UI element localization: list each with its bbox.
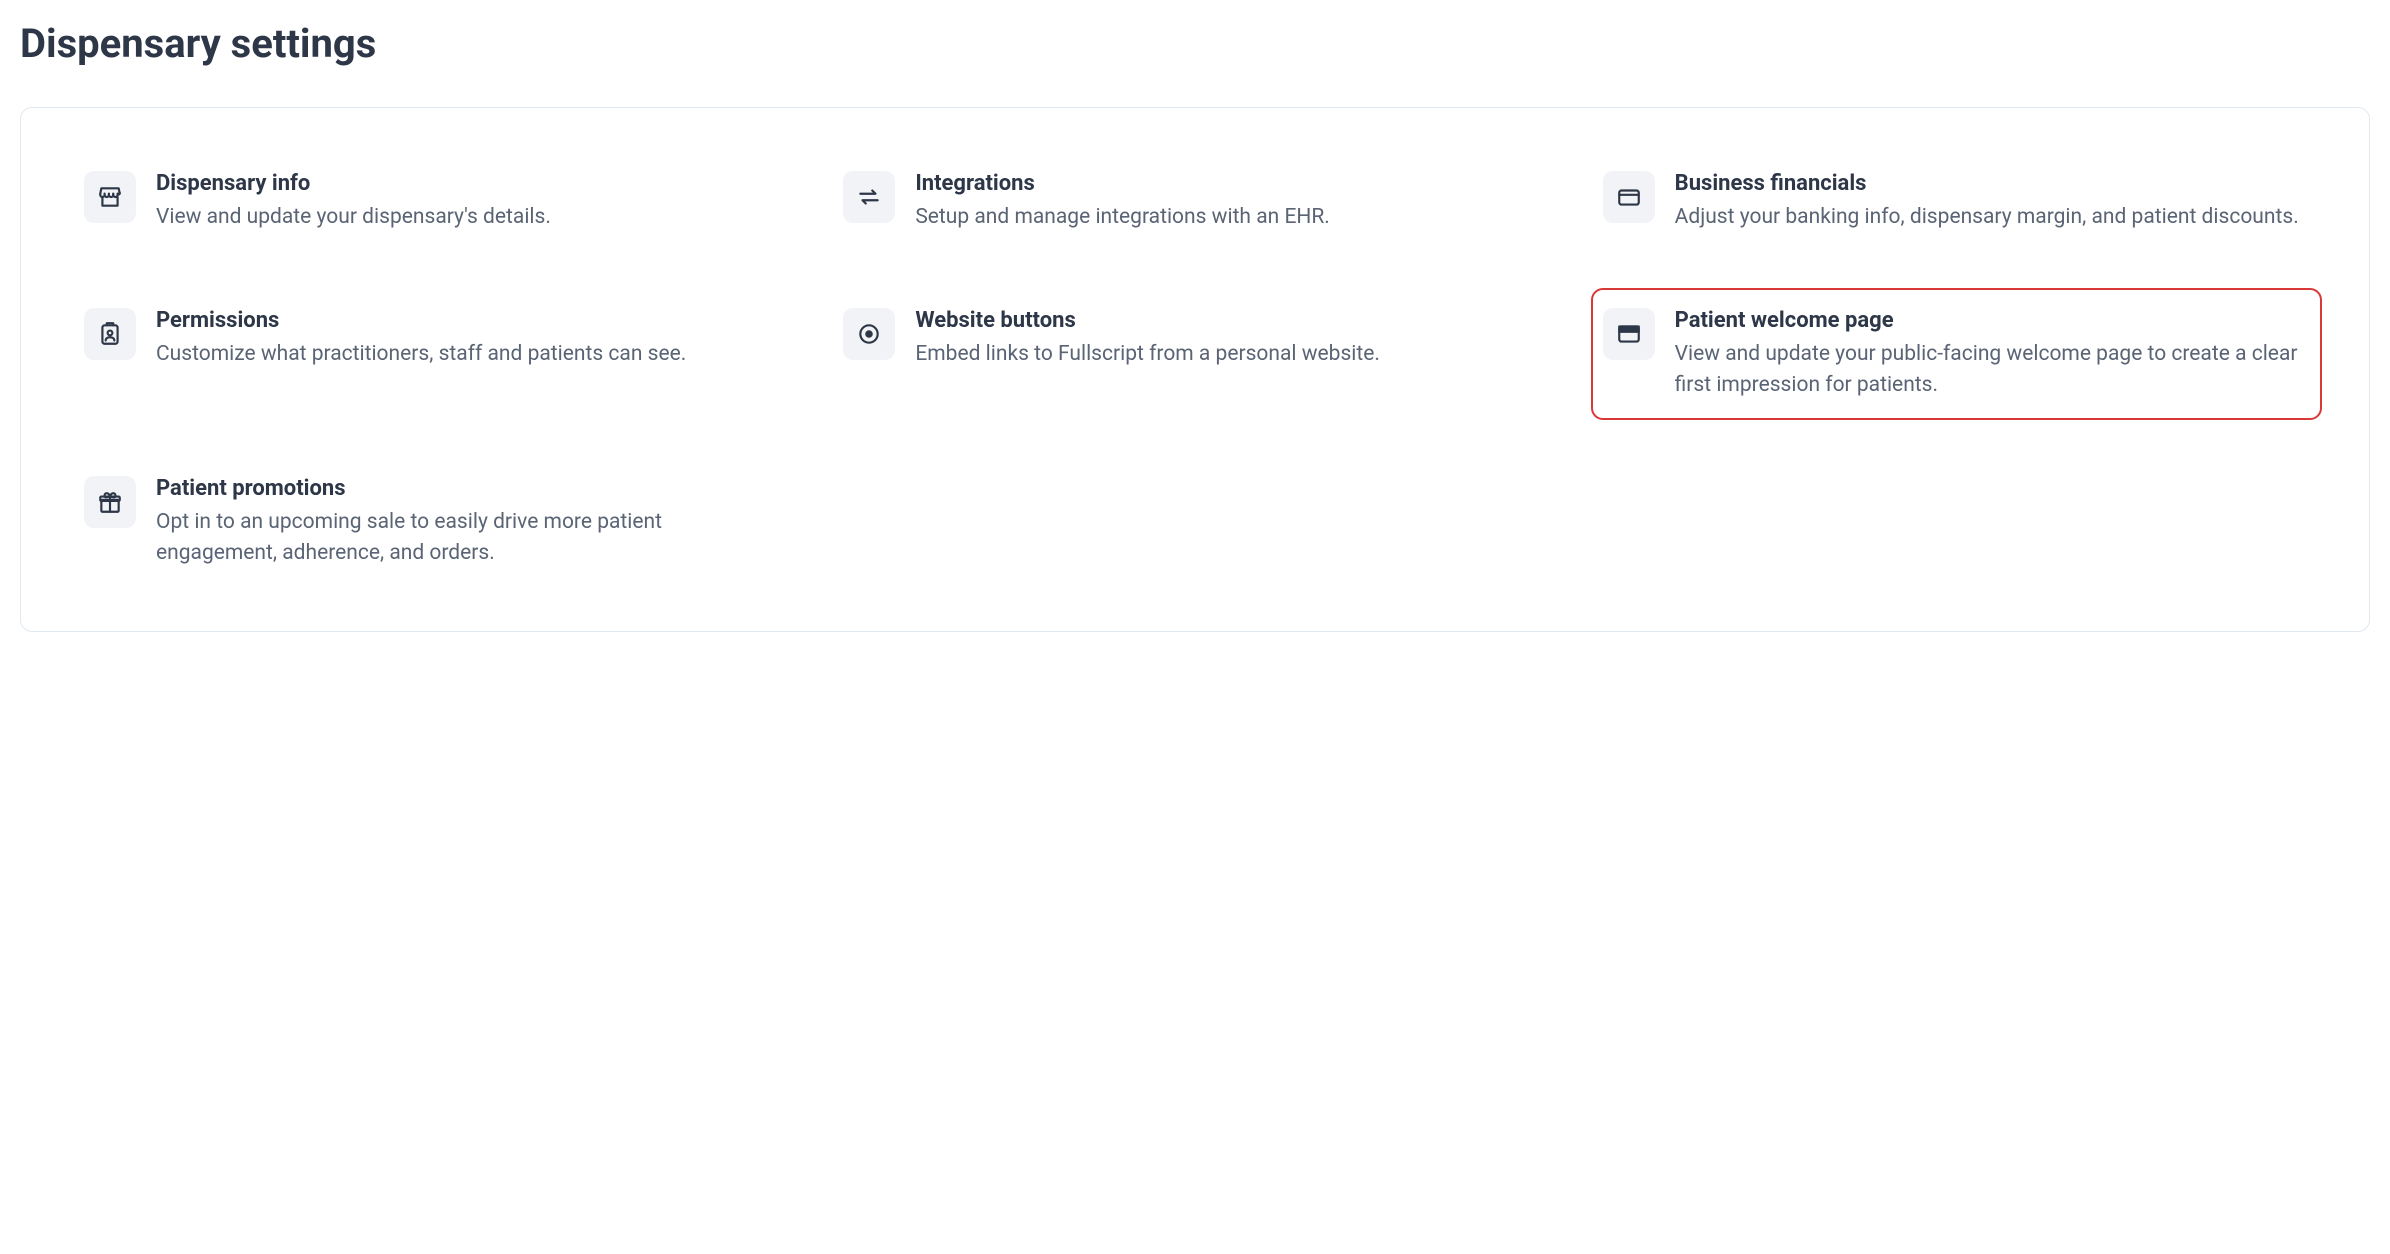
credit-card-icon xyxy=(1603,171,1655,223)
settings-grid: Dispensary info View and update your dis… xyxy=(76,163,2314,576)
card-desc: Customize what practitioners, staff and … xyxy=(156,339,787,369)
card-title: Website buttons xyxy=(915,308,1546,333)
settings-panel: Dispensary info View and update your dis… xyxy=(20,107,2370,632)
card-title: Permissions xyxy=(156,308,787,333)
card-business-financials[interactable]: Business financials Adjust your banking … xyxy=(1595,163,2314,240)
target-icon xyxy=(843,308,895,360)
card-dispensary-info[interactable]: Dispensary info View and update your dis… xyxy=(76,163,795,240)
gift-icon xyxy=(84,476,136,528)
card-integrations[interactable]: Integrations Setup and manage integratio… xyxy=(835,163,1554,240)
card-patient-welcome[interactable]: Patient welcome page View and update you… xyxy=(1591,288,2322,420)
card-title: Integrations xyxy=(915,171,1546,196)
id-badge-icon xyxy=(84,308,136,360)
card-desc: View and update your dispensary's detail… xyxy=(156,202,787,232)
card-patient-promotions[interactable]: Patient promotions Opt in to an upcoming… xyxy=(76,468,795,576)
page-title: Dispensary settings xyxy=(20,20,2370,67)
card-text: Patient welcome page View and update you… xyxy=(1675,308,2306,400)
card-text: Dispensary info View and update your dis… xyxy=(156,171,787,232)
card-title: Patient promotions xyxy=(156,476,787,501)
store-icon xyxy=(84,171,136,223)
card-text: Permissions Customize what practitioners… xyxy=(156,308,787,369)
card-title: Business financials xyxy=(1675,171,2306,196)
card-text: Website buttons Embed links to Fullscrip… xyxy=(915,308,1546,369)
card-desc: View and update your public-facing welco… xyxy=(1675,339,2306,400)
swap-icon xyxy=(843,171,895,223)
card-desc: Opt in to an upcoming sale to easily dri… xyxy=(156,507,787,568)
card-desc: Adjust your banking info, dispensary mar… xyxy=(1675,202,2306,232)
card-text: Patient promotions Opt in to an upcoming… xyxy=(156,476,787,568)
card-desc: Embed links to Fullscript from a persona… xyxy=(915,339,1546,369)
card-desc: Setup and manage integrations with an EH… xyxy=(915,202,1546,232)
card-permissions[interactable]: Permissions Customize what practitioners… xyxy=(76,300,795,408)
card-text: Integrations Setup and manage integratio… xyxy=(915,171,1546,232)
window-icon xyxy=(1603,308,1655,360)
card-title: Dispensary info xyxy=(156,171,787,196)
card-title: Patient welcome page xyxy=(1675,308,2306,333)
card-website-buttons[interactable]: Website buttons Embed links to Fullscrip… xyxy=(835,300,1554,408)
card-text: Business financials Adjust your banking … xyxy=(1675,171,2306,232)
